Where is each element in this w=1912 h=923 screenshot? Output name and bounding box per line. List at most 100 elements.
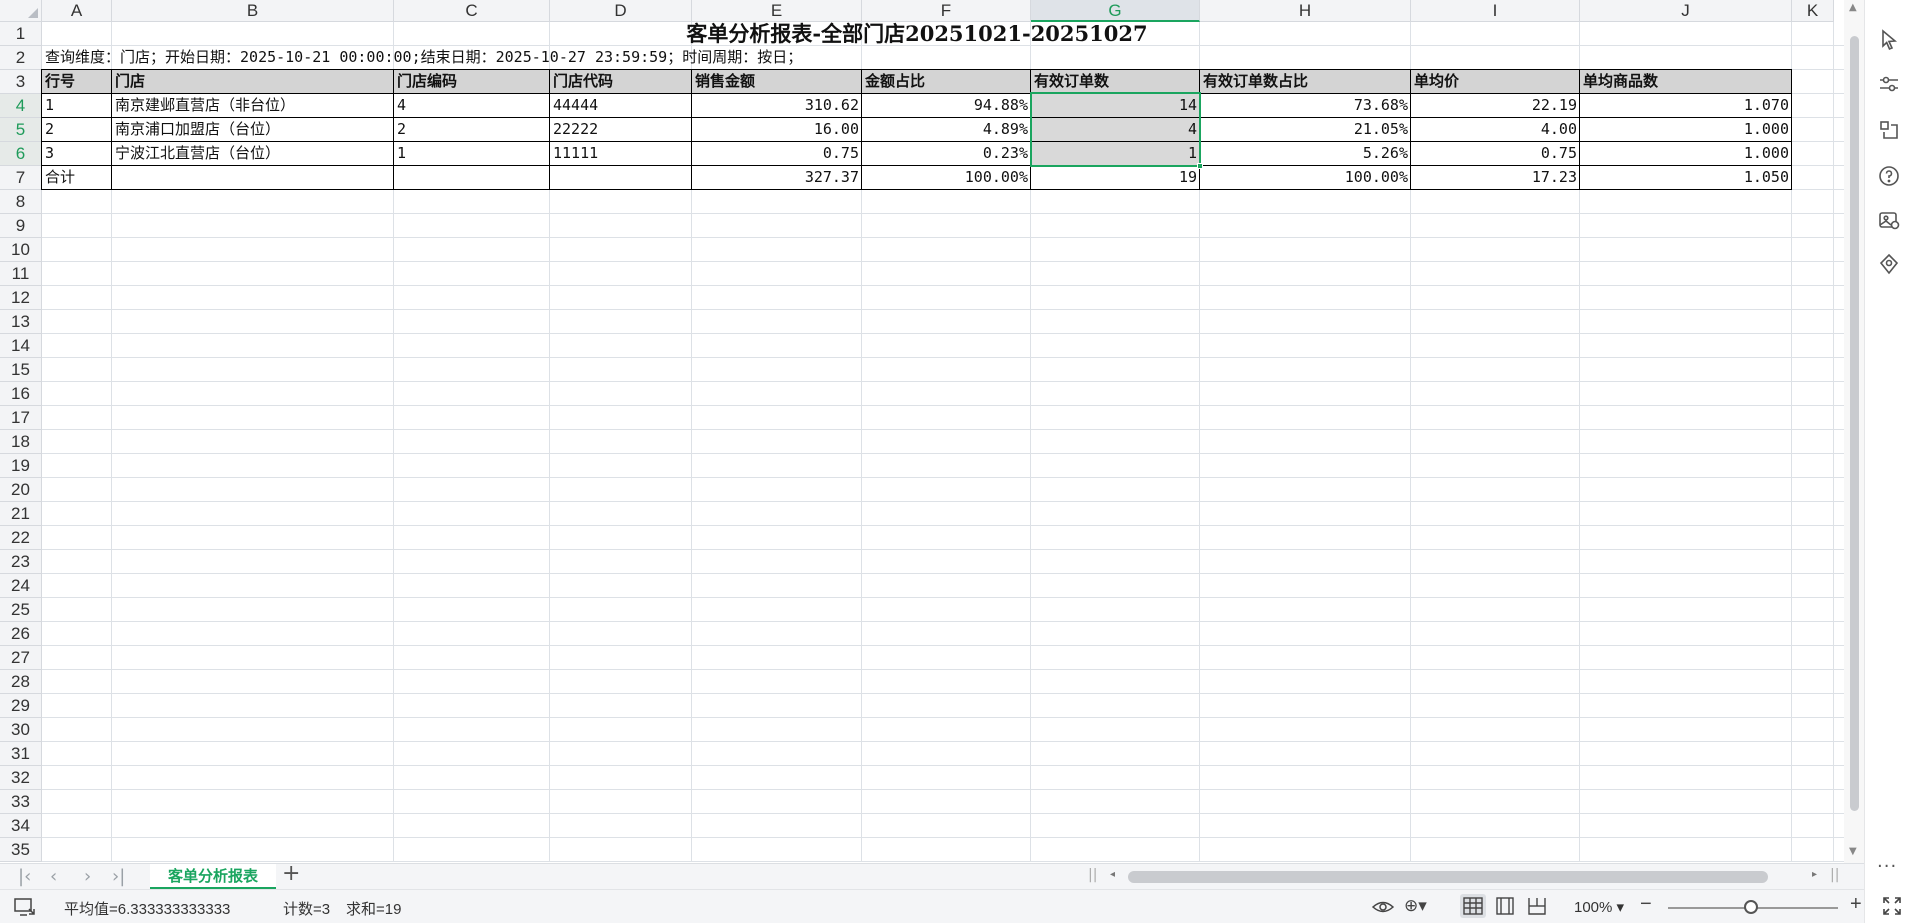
row-header-10[interactable]: 10 [0,238,42,262]
column-header-d[interactable]: D [550,0,692,22]
row-header-15[interactable]: 15 [0,358,42,382]
image-tool-icon[interactable] [1877,208,1901,232]
query-info[interactable]: 查询维度：门店；开始日期：2025-10-21 00:00:00;结束日期：20… [42,46,1792,70]
page-layout-button[interactable] [1492,894,1518,918]
total-cell[interactable]: 1.050 [1580,166,1792,190]
row-header-2[interactable]: 2 [0,46,42,70]
table-cell[interactable]: 1.000 [1580,118,1792,142]
zoom-slider-knob[interactable] [1744,900,1758,914]
total-cell[interactable]: 合计 [42,166,112,190]
table-cell[interactable]: 5.26% [1200,142,1411,166]
row-header-32[interactable]: 32 [0,766,42,790]
eye-icon[interactable] [1372,898,1394,916]
row-header-21[interactable]: 21 [0,502,42,526]
row-header-23[interactable]: 23 [0,550,42,574]
row-header-30[interactable]: 30 [0,718,42,742]
total-cell[interactable]: 100.00% [1200,166,1411,190]
table-cell[interactable]: 21.05% [1200,118,1411,142]
total-cell[interactable]: 100.00% [862,166,1031,190]
row-header-24[interactable]: 24 [0,574,42,598]
total-cell[interactable] [550,166,692,190]
table-cell[interactable]: 2 [42,118,112,142]
row-header-4[interactable]: 4 [0,94,42,118]
row-header-12[interactable]: 12 [0,286,42,310]
page-break-button[interactable] [1524,894,1550,918]
horizontal-scrollbar[interactable]: ◂ ▸ [1108,869,1820,884]
column-header-c[interactable]: C [394,0,550,22]
prev-sheet-icon[interactable]: ‹ [50,866,57,887]
row-header-26[interactable]: 26 [0,622,42,646]
row-header-31[interactable]: 31 [0,742,42,766]
table-cell[interactable]: 22.19 [1411,94,1580,118]
table-cell[interactable]: 4 [394,94,550,118]
row-header-6[interactable]: 6 [0,142,42,166]
more-icon[interactable]: ··· [1877,856,1901,880]
row-header-33[interactable]: 33 [0,790,42,814]
scroll-left-icon[interactable]: ◂ [1110,869,1115,880]
row-header-7[interactable]: 7 [0,166,42,190]
table-cell[interactable]: 1.070 [1580,94,1792,118]
add-sheet-icon[interactable]: + [282,861,300,886]
row-header-9[interactable]: 9 [0,214,42,238]
row-header-19[interactable]: 19 [0,454,42,478]
table-header-cell[interactable]: 门店 [112,70,394,94]
table-cell[interactable]: 南京建邺直营店（非台位） [112,94,394,118]
report-title[interactable]: 客单分析报表-全部门店20251021-20251027 [42,22,1792,46]
table-header-cell[interactable]: 有效订单数 [1031,70,1200,94]
scroll-split-handle[interactable]: || [1830,867,1839,883]
table-cell[interactable]: 4 [1031,118,1200,142]
table-cell[interactable]: 11111 [550,142,692,166]
total-cell[interactable] [112,166,394,190]
select-all-corner[interactable] [0,0,42,22]
table-cell[interactable]: 4.00 [1411,118,1580,142]
row-header-18[interactable]: 18 [0,430,42,454]
normal-view-button[interactable] [1460,894,1486,918]
scroll-right-icon[interactable]: ▸ [1812,869,1817,880]
table-header-cell[interactable]: 行号 [42,70,112,94]
table-header-cell[interactable]: 门店编码 [394,70,550,94]
vertical-scrollbar[interactable]: ▲ ▼ [1844,0,1864,863]
row-header-28[interactable]: 28 [0,670,42,694]
column-header-f[interactable]: F [862,0,1031,22]
table-cell[interactable]: 1.000 [1580,142,1792,166]
table-cell[interactable]: 1 [42,94,112,118]
row-header-3[interactable]: 3 [0,70,42,94]
row-header-17[interactable]: 17 [0,406,42,430]
row-header-29[interactable]: 29 [0,694,42,718]
row-header-8[interactable]: 8 [0,190,42,214]
column-header-a[interactable]: A [42,0,112,22]
scroll-up-icon[interactable]: ▲ [1849,2,1857,13]
row-header-14[interactable]: 14 [0,334,42,358]
row-header-27[interactable]: 27 [0,646,42,670]
column-header-k[interactable]: K [1792,0,1834,22]
table-header-cell[interactable]: 门店代码 [550,70,692,94]
row-header-13[interactable]: 13 [0,310,42,334]
table-header-cell[interactable]: 有效订单数占比 [1200,70,1411,94]
table-cell[interactable]: 1 [1031,142,1200,166]
vertical-scroll-thumb[interactable] [1850,36,1859,811]
table-cell[interactable]: 73.68% [1200,94,1411,118]
spreadsheet-grid[interactable]: A B C D E F G H I J K 1 2 3 4 5 6 7 8 9 10 11 12 13 14 15 16 17 18 19… [0,0,1844,863]
column-header-b[interactable]: B [112,0,394,22]
monitor-icon[interactable] [14,897,36,917]
row-header-11[interactable]: 11 [0,262,42,286]
table-cell[interactable]: 1 [394,142,550,166]
table-cell[interactable]: 南京浦口加盟店（台位） [112,118,394,142]
table-cell[interactable]: 4.89% [862,118,1031,142]
help-icon[interactable] [1877,164,1901,188]
table-cell[interactable]: 0.23% [862,142,1031,166]
table-cell[interactable]: 0.75 [692,142,862,166]
horizontal-scroll-thumb[interactable] [1128,871,1768,883]
table-cell[interactable]: 22222 [550,118,692,142]
row-header-16[interactable]: 16 [0,382,42,406]
last-sheet-icon[interactable]: ›| [112,866,125,887]
table-header-cell[interactable]: 单均价 [1411,70,1580,94]
transform-icon[interactable] [1877,118,1901,142]
total-cell[interactable]: 327.37 [692,166,862,190]
table-cell[interactable]: 宁波江北直营店（台位） [112,142,394,166]
table-cell[interactable]: 14 [1031,94,1200,118]
table-cell[interactable]: 44444 [550,94,692,118]
row-header-35[interactable]: 35 [0,838,42,862]
table-cell[interactable]: 16.00 [692,118,862,142]
pointer-icon[interactable] [1877,28,1901,52]
